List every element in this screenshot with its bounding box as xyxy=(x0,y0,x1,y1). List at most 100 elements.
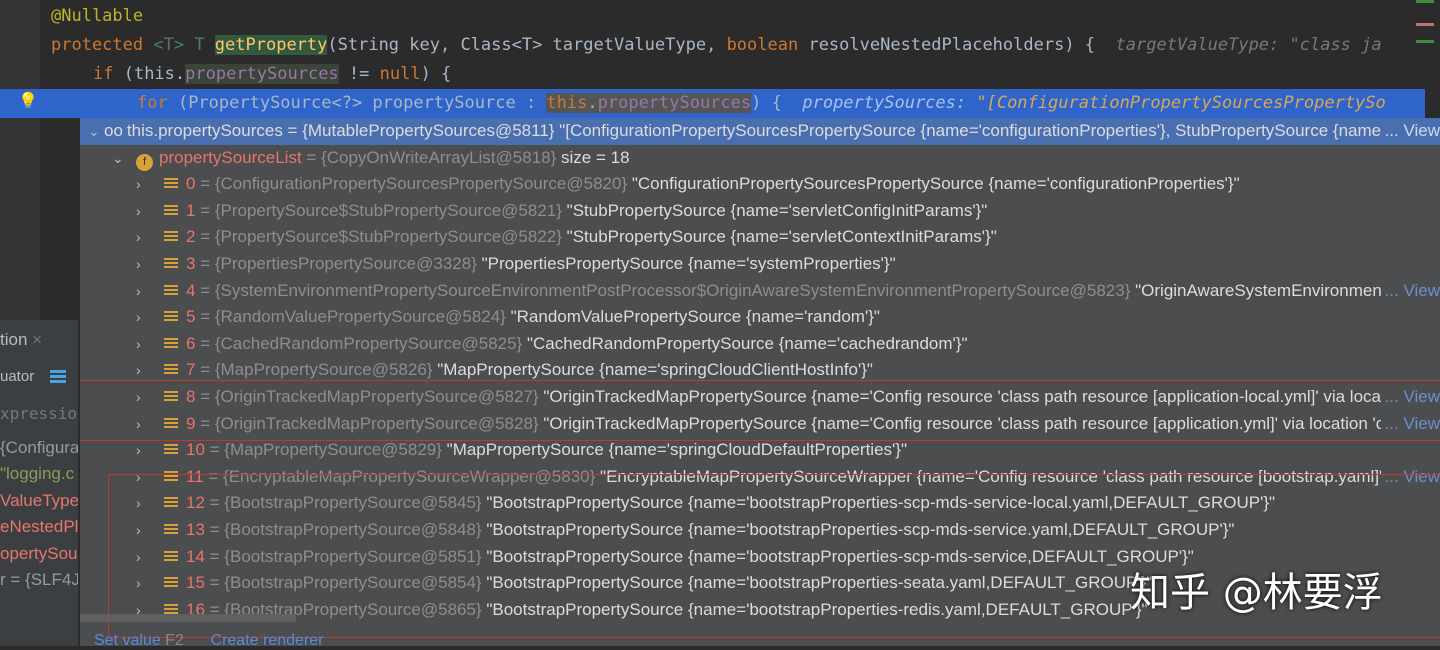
method-name: getProperty xyxy=(214,35,328,55)
var-size: size = 18 xyxy=(561,147,630,167)
inline-hint: targetValueType: "class ja xyxy=(1115,35,1382,55)
chevron-right-icon[interactable]: › xyxy=(136,198,152,225)
chevron-right-icon[interactable]: › xyxy=(136,304,152,331)
var-name: propertySourceList xyxy=(159,147,302,167)
inline-hint: propertySources: xyxy=(802,93,977,113)
item-type: {ConfigurationPropertySourcesPropertySou… xyxy=(214,174,628,194)
var-value: = {MutablePropertySources@5811} "[Config… xyxy=(282,121,1382,140)
item-value: "RandomValuePropertySource {name='random… xyxy=(510,307,880,327)
keyword: if xyxy=(93,64,114,84)
set-value-link[interactable]: Set value xyxy=(94,632,161,649)
keyword: protected xyxy=(51,35,144,55)
code: . xyxy=(587,93,598,113)
item-value: "PropertiesPropertySource {name='systemP… xyxy=(481,254,896,273)
view-link[interactable]: ... View xyxy=(1380,118,1440,145)
field: propertySources xyxy=(185,64,339,84)
item-type: {CachedRandomPropertySource@5825} xyxy=(214,333,523,353)
list-item-icon xyxy=(164,258,178,270)
code-line-method: protected <T> T getProperty(String key, … xyxy=(51,31,1382,60)
tree-row-list-item[interactable]: › 3 = {PropertiesPropertySource@3328} "Pr… xyxy=(80,251,1440,278)
variable-line[interactable]: "logging.c xyxy=(0,464,74,484)
item-type: {SystemEnvironmentPropertySourceEnvironm… xyxy=(214,280,1131,300)
item-type: {MapPropertySource@5829} xyxy=(224,440,442,460)
item-value: "OriginAwareSystemEnvironmentPr xyxy=(1135,280,1404,300)
code-line-if: if (this.propertySources != null) { xyxy=(93,60,451,89)
tree-row-list-item[interactable]: › 4 = {SystemEnvironmentPropertySourceEnv… xyxy=(80,277,1440,305)
variable-line[interactable]: {Configura xyxy=(0,438,78,458)
tree-row-list-item[interactable]: › 6 = {CachedRandomPropertySource@5825} "… xyxy=(80,331,1440,358)
var-type: = {CopyOnWriteArrayList@5818} xyxy=(301,147,557,167)
variable-line[interactable]: ValueType xyxy=(0,491,78,511)
code: ) { xyxy=(751,93,782,113)
view-link[interactable]: ... View xyxy=(1380,277,1440,305)
error-stripe[interactable] xyxy=(1416,0,1434,57)
tree-row-property-sources[interactable]: ⌄ oo this.propertySources = {MutableProper… xyxy=(80,118,1440,145)
close-icon[interactable]: × xyxy=(32,330,42,349)
item-type: {MapPropertySource@5826} xyxy=(214,360,433,380)
expression-input[interactable]: xpressio xyxy=(0,404,77,423)
chevron-down-icon[interactable]: ⌄ xyxy=(88,118,104,145)
evaluate-tab[interactable]: tion × xyxy=(0,330,42,350)
create-renderer-link[interactable]: Create renderer xyxy=(211,632,324,649)
chevron-right-icon[interactable]: › xyxy=(136,171,152,198)
list-item-icon xyxy=(164,337,178,350)
chevron-right-icon[interactable]: › xyxy=(136,224,152,251)
tree-row-list-item[interactable]: › 0 = {ConfigurationPropertySourcesProper… xyxy=(80,171,1440,198)
evaluator-label: uator xyxy=(0,368,35,385)
shortcut: F2 xyxy=(165,632,184,649)
chevron-right-icon[interactable]: › xyxy=(136,437,152,464)
chevron-down-icon[interactable]: ⌄ xyxy=(112,145,128,172)
list-item-icon xyxy=(164,178,178,191)
item-type: {PropertySource$StubPropertySource@5821} xyxy=(214,200,562,220)
params: (String key, Class<T> targetValueType, xyxy=(327,35,727,55)
chevron-right-icon[interactable]: › xyxy=(136,331,152,358)
list-item-icon xyxy=(164,364,178,377)
item-value: "CachedRandomPropertySource {name='cache… xyxy=(526,333,968,353)
debugger-panel: tion × uator xpressio {Configura "loggin… xyxy=(0,320,78,646)
code-line-annotation: @Nullable xyxy=(51,6,144,26)
watch-icon: oo xyxy=(104,121,123,140)
tree-row-list-item[interactable]: › 10 = {MapPropertySource@5829} "MapPrope… xyxy=(80,437,1440,464)
keyword: boolean xyxy=(726,35,799,55)
item-type: {PropertySource$StubPropertySource@5822} xyxy=(214,227,562,247)
list-item-icon xyxy=(164,444,178,457)
watermark: 知乎 @林要浮 xyxy=(1130,570,1383,616)
item-value: "ConfigurationPropertySourcesPropertySou… xyxy=(631,174,1240,194)
list-item-icon xyxy=(164,231,178,244)
item-type: {RandomValuePropertySource@5824} xyxy=(214,307,506,327)
variable-line[interactable]: eNestedPla xyxy=(0,517,78,537)
var-name: this.propertySources xyxy=(126,121,283,140)
generic: <T> T xyxy=(153,35,215,55)
variable-line[interactable]: r = {SLF4JL xyxy=(0,570,78,590)
tree-row-list-item[interactable]: › 2 = {PropertySource$StubPropertySource@… xyxy=(80,224,1440,251)
menu-icon[interactable] xyxy=(50,370,66,384)
highlight-box xyxy=(80,380,1440,441)
tree-row-list-item[interactable]: › 5 = {RandomValuePropertySource@5824} "R… xyxy=(80,304,1440,331)
item-index: 10 xyxy=(186,440,205,460)
horizontal-scrollbar[interactable] xyxy=(80,614,296,622)
code: (this. xyxy=(113,64,186,84)
list-item-icon xyxy=(164,284,178,297)
variable-line[interactable]: opertySou xyxy=(0,544,78,564)
code: ) { xyxy=(420,64,452,84)
list-item-icon xyxy=(164,204,178,217)
chevron-right-icon[interactable]: › xyxy=(136,278,152,305)
field: propertySources xyxy=(597,93,752,113)
code: (PropertySource<?> propertySource : xyxy=(167,93,547,113)
lightbulb-icon[interactable]: 💡 xyxy=(18,91,38,110)
params: resolveNestedPlaceholders) { xyxy=(798,35,1096,55)
item-value: "StubPropertySource {name='servletContex… xyxy=(566,227,997,247)
tree-row-property-source-list[interactable]: ⌄ f propertySourceList = {CopyOnWriteArray… xyxy=(80,145,1440,172)
code-line-current-execution: for (PropertySource<?> propertySource : … xyxy=(0,89,1425,118)
keyword: for xyxy=(137,93,168,113)
tab-label: tion xyxy=(0,330,28,349)
popup-footer: Set value F2 Create renderer xyxy=(94,632,323,650)
item-value: "MapPropertySource {name='springCloudCli… xyxy=(437,360,873,380)
code: != xyxy=(338,64,380,84)
chevron-right-icon[interactable]: › xyxy=(136,251,152,278)
keyword: this xyxy=(546,93,588,113)
tree-row-list-item[interactable]: › 1 = {PropertySource$StubPropertySource@… xyxy=(80,198,1440,225)
field-icon: f xyxy=(136,153,153,171)
list-item-icon xyxy=(164,311,178,324)
code-editor[interactable]: @Nullable protected <T> T getProperty(St… xyxy=(0,0,1440,118)
